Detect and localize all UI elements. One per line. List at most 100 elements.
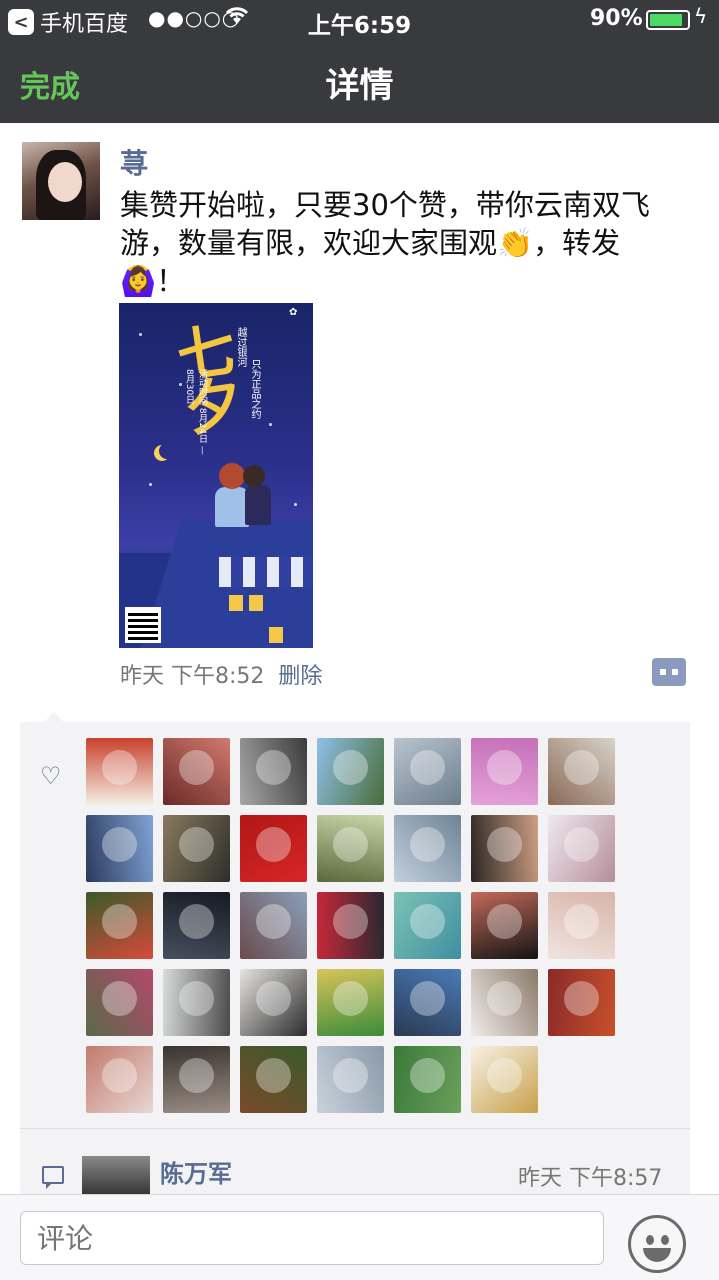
- poster-dates: 活动时间 8月24日 — 8月30日: [184, 369, 207, 455]
- top-bar: < 手机百度 ●●○○○ 上午6:59 90% ϟ 完成 详情: [0, 0, 719, 123]
- comment-icon: [42, 1166, 64, 1189]
- poster-window: [249, 595, 263, 611]
- author-name[interactable]: 荨: [120, 142, 148, 182]
- liker-avatar[interactable]: [471, 815, 538, 882]
- poster-figure: [219, 463, 245, 489]
- liker-avatar[interactable]: [240, 738, 307, 805]
- more-icon[interactable]: [652, 658, 686, 686]
- commenter-name[interactable]: 陈万军: [160, 1154, 232, 1189]
- comment-input[interactable]: [20, 1211, 604, 1265]
- liker-avatar-figure: [487, 1058, 522, 1093]
- liker-avatar[interactable]: [471, 1046, 538, 1113]
- liker-avatar[interactable]: [86, 1046, 153, 1113]
- liker-avatar-figure: [179, 1058, 214, 1093]
- post-meta: 昨天 下午8:52 删除: [120, 658, 322, 690]
- liker-avatar-figure: [410, 827, 445, 862]
- liker-avatar[interactable]: [317, 1046, 384, 1113]
- star: [269, 423, 272, 426]
- liker-avatar-figure: [410, 750, 445, 785]
- liker-avatar[interactable]: [548, 969, 615, 1036]
- liker-avatar-figure: [564, 827, 599, 862]
- liker-avatar[interactable]: [163, 1046, 230, 1113]
- liker-avatar-figure: [256, 981, 291, 1016]
- liker-avatar[interactable]: [471, 738, 538, 805]
- liker-avatar[interactable]: [548, 738, 615, 805]
- liker-avatar-figure: [102, 981, 137, 1016]
- liker-avatar[interactable]: [394, 815, 461, 882]
- liker-avatar-figure: [256, 904, 291, 939]
- battery-fill: [650, 14, 682, 26]
- heart-icon: ♡: [40, 762, 62, 790]
- liker-avatar[interactable]: [548, 815, 615, 882]
- liker-avatar-figure: [179, 827, 214, 862]
- liker-avatar[interactable]: [394, 969, 461, 1036]
- liker-avatar-figure: [333, 750, 368, 785]
- liker-avatar-figure: [102, 904, 137, 939]
- poster-window: [229, 595, 243, 611]
- liker-avatar[interactable]: [163, 892, 230, 959]
- emoji-icon[interactable]: [628, 1215, 686, 1273]
- liker-avatar-figure: [256, 1058, 291, 1093]
- liker-avatar-figure: [333, 904, 368, 939]
- liker-avatar-figure: [179, 981, 214, 1016]
- liker-avatar[interactable]: [163, 969, 230, 1036]
- liker-avatar[interactable]: [394, 1046, 461, 1113]
- liker-avatar[interactable]: [317, 892, 384, 959]
- liker-avatar-figure: [256, 827, 291, 862]
- liker-avatar[interactable]: [86, 969, 153, 1036]
- liker-avatar-figure: [564, 750, 599, 785]
- liker-avatar-figure: [487, 750, 522, 785]
- liker-avatar-figure: [487, 827, 522, 862]
- divider: [20, 1128, 690, 1129]
- delete-link[interactable]: 删除: [278, 664, 322, 689]
- like-avatar-grid: [86, 738, 626, 1113]
- liker-avatar[interactable]: [394, 892, 461, 959]
- qr-code: [125, 607, 161, 643]
- poster-figure: [243, 465, 265, 487]
- poster-couple: [215, 463, 279, 527]
- comment-bar: [0, 1194, 719, 1280]
- commenter-avatar[interactable]: [82, 1156, 150, 1196]
- liker-avatar-figure: [410, 904, 445, 939]
- star: [149, 483, 152, 486]
- emoji-eye: [661, 1235, 669, 1245]
- emoji-eye: [646, 1235, 654, 1245]
- poster-window: [269, 627, 283, 643]
- likes-panel: ♡ 陈万军 昨天 下午8:57: [20, 712, 690, 1196]
- liker-avatar-figure: [564, 981, 599, 1016]
- poster-figure: [245, 485, 271, 525]
- author-avatar[interactable]: [22, 142, 100, 220]
- liker-avatar[interactable]: [471, 892, 538, 959]
- charging-icon: ϟ: [694, 4, 708, 28]
- liker-avatar-figure: [333, 1058, 368, 1093]
- liker-avatar[interactable]: [548, 892, 615, 959]
- liker-avatar[interactable]: [86, 738, 153, 805]
- liker-avatar[interactable]: [471, 969, 538, 1036]
- dot: [672, 669, 678, 675]
- dot: [660, 669, 666, 675]
- poster-awning: [219, 557, 313, 587]
- post-time: 昨天 下午8:52: [120, 664, 265, 689]
- star: [294, 503, 297, 506]
- liker-avatar-figure: [333, 981, 368, 1016]
- liker-avatar[interactable]: [240, 815, 307, 882]
- post-text: 集赞开始啦，只要30个赞，带你云南双飞游，数量有限，欢迎大家围观👏，转发🙆‍♀️…: [120, 188, 650, 298]
- liker-avatar-figure: [487, 904, 522, 939]
- liker-avatar[interactable]: [163, 738, 230, 805]
- page-title: 详情: [325, 66, 394, 106]
- liker-avatar-figure: [102, 750, 137, 785]
- liker-avatar[interactable]: [317, 969, 384, 1036]
- post-image[interactable]: ✿ 七夕 越过银河 只为正品之约 活动时间 8月24日 — 8月30日: [119, 303, 313, 648]
- liker-avatar[interactable]: [394, 738, 461, 805]
- liker-avatar[interactable]: [240, 892, 307, 959]
- comment-time: 昨天 下午8:57: [518, 1166, 663, 1191]
- liker-avatar[interactable]: [240, 1046, 307, 1113]
- battery-icon: [646, 10, 690, 30]
- liker-avatar[interactable]: [317, 815, 384, 882]
- liker-avatar[interactable]: [86, 815, 153, 882]
- liker-avatar[interactable]: [317, 738, 384, 805]
- liker-avatar[interactable]: [240, 969, 307, 1036]
- liker-avatar[interactable]: [86, 892, 153, 959]
- liker-avatar-figure: [333, 827, 368, 862]
- liker-avatar[interactable]: [163, 815, 230, 882]
